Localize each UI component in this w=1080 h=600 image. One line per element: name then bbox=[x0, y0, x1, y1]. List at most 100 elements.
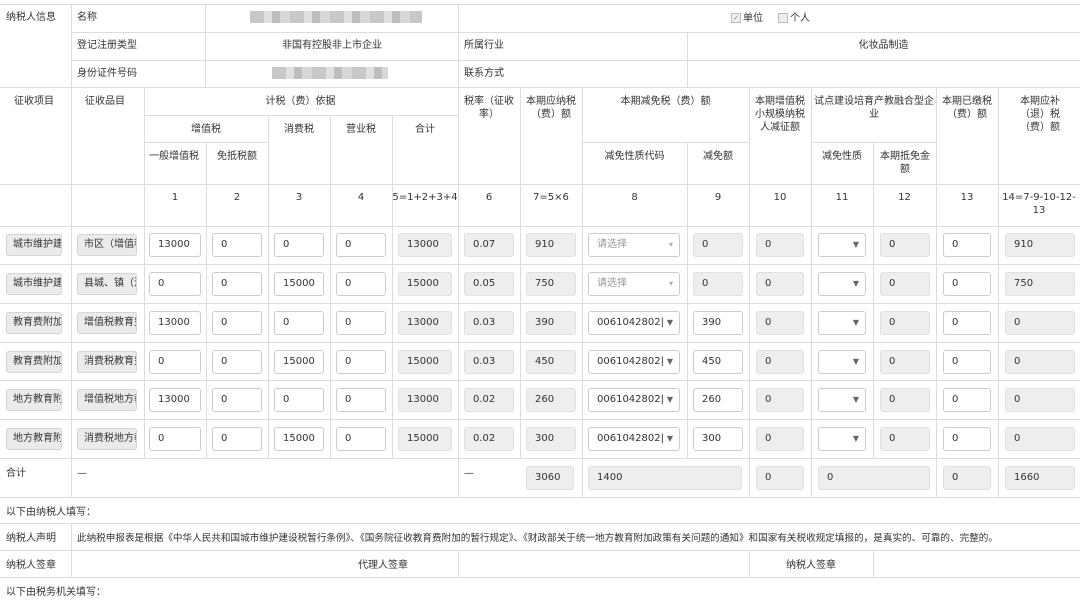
header-payable: 本期应纳税（费）额 bbox=[526, 96, 576, 120]
levy-sub-button[interactable]: 消费税教育费附加 bbox=[77, 351, 137, 373]
basis-consumption-input[interactable]: 0 bbox=[274, 388, 324, 412]
checkbox-empty-icon[interactable]: ✓ bbox=[778, 13, 788, 23]
basis-vat-exempt-input[interactable]: 0 bbox=[212, 311, 262, 335]
dropdown-caret-icon: ▼ bbox=[666, 434, 673, 443]
basis-consumption-input[interactable]: 15000 bbox=[274, 427, 324, 451]
reduction-amount-input: 0 bbox=[693, 272, 743, 296]
levy-item-button[interactable]: 教育费附加 bbox=[6, 312, 62, 334]
header-levy-sub: 征收品目 bbox=[85, 96, 125, 107]
payable-amount: 300 bbox=[526, 427, 576, 451]
basis-consumption-input[interactable]: 0 bbox=[274, 311, 324, 335]
reduction-code-select[interactable]: 0061042802| ▼ bbox=[588, 427, 680, 451]
column-number: 4 bbox=[357, 192, 365, 203]
basis-business-input[interactable]: 0 bbox=[336, 233, 386, 257]
basis-business-input[interactable]: 0 bbox=[336, 388, 386, 412]
checkbox-checked-icon[interactable]: ✓ bbox=[731, 13, 741, 23]
pilot-deduct-amount: 0 bbox=[880, 388, 930, 412]
levy-sub-button[interactable]: 增值税地方教育附加 bbox=[77, 389, 137, 411]
levy-sub-button[interactable]: 消费税地方教育附加 bbox=[77, 428, 137, 450]
reduction-code-select[interactable]: 0061042802| ▼ bbox=[588, 350, 680, 374]
declaration-label: 纳税人声明 bbox=[6, 533, 56, 544]
basis-vat-general-input[interactable]: 0 bbox=[149, 350, 201, 374]
basis-consumption-input[interactable]: 15000 bbox=[274, 350, 324, 374]
unit-label: 单位 bbox=[743, 13, 763, 24]
header-reduction: 本期减免税（费）额 bbox=[620, 96, 711, 107]
basis-business-input[interactable]: 0 bbox=[336, 272, 386, 296]
pilot-nature-select[interactable]: ▼ bbox=[818, 388, 866, 412]
payable-amount: 260 bbox=[526, 388, 576, 412]
basis-vat-exempt-input[interactable]: 0 bbox=[212, 388, 262, 412]
reduction-code-value: 请选择 bbox=[597, 239, 627, 250]
person-checkbox[interactable]: ✓个人 bbox=[778, 12, 810, 25]
section-taxpayer-info: 纳税人信息 bbox=[6, 12, 56, 23]
header-levy-item: 征收项目 bbox=[14, 96, 54, 107]
dropdown-caret-icon: ▼ bbox=[852, 240, 859, 249]
reduction-code-value: 0061042802| bbox=[597, 356, 664, 367]
pilot-nature-select[interactable]: ▼ bbox=[818, 427, 866, 451]
pilot-nature-select[interactable]: ▼ bbox=[818, 233, 866, 257]
header-vat-exempt: 免抵税额 bbox=[217, 151, 257, 162]
levy-item-button[interactable]: 地方教育附加 bbox=[6, 428, 62, 450]
reduction-code-value: 0061042802| bbox=[597, 317, 664, 328]
basis-vat-general-input[interactable]: 0 bbox=[149, 272, 201, 296]
levy-item-button[interactable]: 教育费附加 bbox=[6, 351, 62, 373]
refund-amount: 0 bbox=[1005, 427, 1075, 451]
paid-amount-input[interactable]: 0 bbox=[943, 350, 991, 374]
unit-checkbox[interactable]: ✓ 单位 bbox=[731, 12, 763, 25]
basis-business-input[interactable]: 0 bbox=[336, 350, 386, 374]
header-consumption: 消费税 bbox=[284, 124, 314, 135]
reduction-amount-input[interactable]: 390 bbox=[693, 311, 743, 335]
paid-amount-input[interactable]: 0 bbox=[943, 311, 991, 335]
payable-amount: 450 bbox=[526, 350, 576, 374]
levy-sub-button[interactable]: 增值税教育费附加 bbox=[77, 312, 137, 334]
basis-total: 15000 bbox=[398, 350, 452, 374]
basis-vat-exempt-input[interactable]: 0 bbox=[212, 427, 262, 451]
basis-vat-general-input[interactable]: 0 bbox=[149, 427, 201, 451]
basis-vat-exempt-input[interactable]: 0 bbox=[212, 233, 262, 257]
basis-business-input[interactable]: 0 bbox=[336, 427, 386, 451]
reg-type-value: 非国有控股非上市企业 bbox=[282, 40, 382, 51]
refund-amount: 0 bbox=[1005, 311, 1075, 335]
tax-rate: 0.03 bbox=[464, 350, 514, 374]
basis-business-input[interactable]: 0 bbox=[336, 311, 386, 335]
header-reduction-amount: 减免额 bbox=[703, 151, 733, 162]
reduction-code-select[interactable]: 请选择 ▾ bbox=[588, 233, 680, 257]
pilot-nature-select[interactable]: ▼ bbox=[818, 311, 866, 335]
reduction-amount-input[interactable]: 260 bbox=[693, 388, 743, 412]
reduction-code-select[interactable]: 0061042802| ▼ bbox=[588, 311, 680, 335]
dropdown-caret-icon: ▼ bbox=[666, 318, 673, 327]
levy-item-button[interactable]: 地方教育附加 bbox=[6, 389, 62, 411]
column-number: 8 bbox=[631, 192, 638, 203]
basis-consumption-input[interactable]: 15000 bbox=[274, 272, 324, 296]
levy-sub-button[interactable]: 县城、镇（消费税附征） bbox=[77, 273, 137, 295]
reduction-code-select[interactable]: 请选择 ▾ bbox=[588, 272, 680, 296]
paid-amount-input[interactable]: 0 bbox=[943, 427, 991, 451]
reduction-amount-input[interactable]: 300 bbox=[693, 427, 743, 451]
paid-amount-input[interactable]: 0 bbox=[943, 388, 991, 412]
basis-vat-exempt-input[interactable]: 0 bbox=[212, 350, 262, 374]
reduction-code-select[interactable]: 0061042802| ▼ bbox=[588, 388, 680, 412]
column-number: 7=5×6 bbox=[533, 192, 569, 203]
reduction-amount-input: 0 bbox=[693, 233, 743, 257]
levy-sub-button[interactable]: 市区（增值税附征） bbox=[77, 234, 137, 256]
reduction-amount-input[interactable]: 450 bbox=[693, 350, 743, 374]
dropdown-caret-icon: ▼ bbox=[666, 395, 673, 404]
pilot-deduct-amount: 0 bbox=[880, 233, 930, 257]
dropdown-caret-icon: ▼ bbox=[852, 279, 859, 288]
column-number: 13 bbox=[960, 192, 974, 203]
pilot-nature-select[interactable]: ▼ bbox=[818, 272, 866, 296]
paid-amount-input[interactable]: 0 bbox=[943, 272, 991, 296]
basis-vat-general-input[interactable]: 13000 bbox=[149, 311, 201, 335]
pilot-deduct-amount: 0 bbox=[880, 311, 930, 335]
basis-vat-general-input[interactable]: 13000 bbox=[149, 233, 201, 257]
levy-item-button[interactable]: 城市维护建设税 bbox=[6, 234, 62, 256]
levy-item-button[interactable]: 城市维护建设税 bbox=[6, 273, 62, 295]
basis-vat-general-input[interactable]: 13000 bbox=[149, 388, 201, 412]
totals-label: 合计 bbox=[6, 468, 26, 479]
basis-vat-exempt-input[interactable]: 0 bbox=[212, 272, 262, 296]
paid-amount-input[interactable]: 0 bbox=[943, 233, 991, 257]
payable-amount: 910 bbox=[526, 233, 576, 257]
tax-rate: 0.03 bbox=[464, 311, 514, 335]
basis-consumption-input[interactable]: 0 bbox=[274, 233, 324, 257]
pilot-nature-select[interactable]: ▼ bbox=[818, 350, 866, 374]
